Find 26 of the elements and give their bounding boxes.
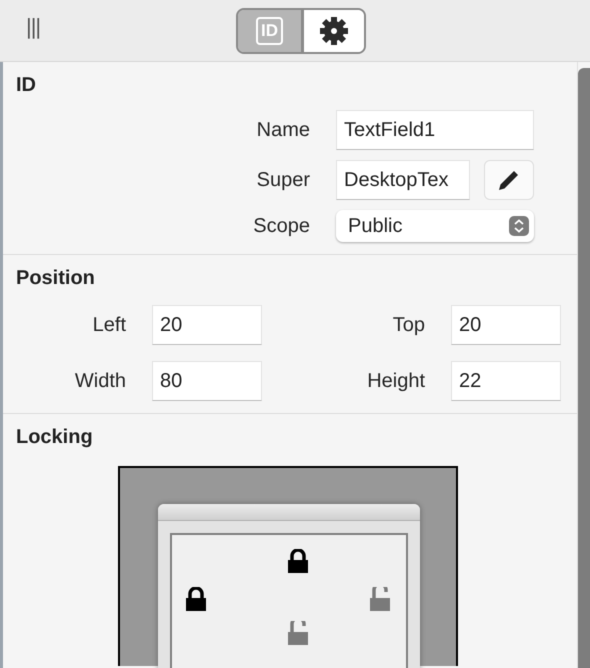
field-label: Height: [366, 370, 425, 392]
section-title: Position: [16, 266, 96, 291]
field-label: Scope: [252, 214, 310, 238]
number-field[interactable]: 22: [451, 361, 561, 401]
gear-icon: [319, 16, 349, 46]
field-label: Left: [92, 314, 126, 336]
scope-dropdown[interactable]: Public: [336, 210, 534, 242]
number-field[interactable]: 20: [152, 305, 262, 345]
field-label: Super: [256, 168, 310, 192]
inspector-tab[interactable]: [301, 10, 364, 52]
super-field[interactable]: DesktopTex: [336, 160, 470, 200]
name-field[interactable]: TextField1: [336, 110, 534, 150]
number-field[interactable]: 20: [451, 305, 561, 345]
section-title: ID: [16, 73, 37, 98]
stepper-icon: [509, 216, 529, 236]
scrollbar-thumb[interactable]: [578, 68, 590, 668]
id-icon: ID: [256, 16, 283, 44]
field-label: Top: [392, 314, 425, 336]
drag-handle[interactable]: |||: [26, 14, 40, 40]
edit-button[interactable]: [484, 160, 534, 200]
lock-icon[interactable]: [288, 549, 308, 573]
section-title: Locking: [16, 425, 94, 450]
number-field[interactable]: 80: [152, 361, 262, 401]
lock-icon[interactable]: [186, 587, 206, 611]
field-label: Name: [256, 118, 310, 142]
field-label: Width: [74, 370, 126, 392]
